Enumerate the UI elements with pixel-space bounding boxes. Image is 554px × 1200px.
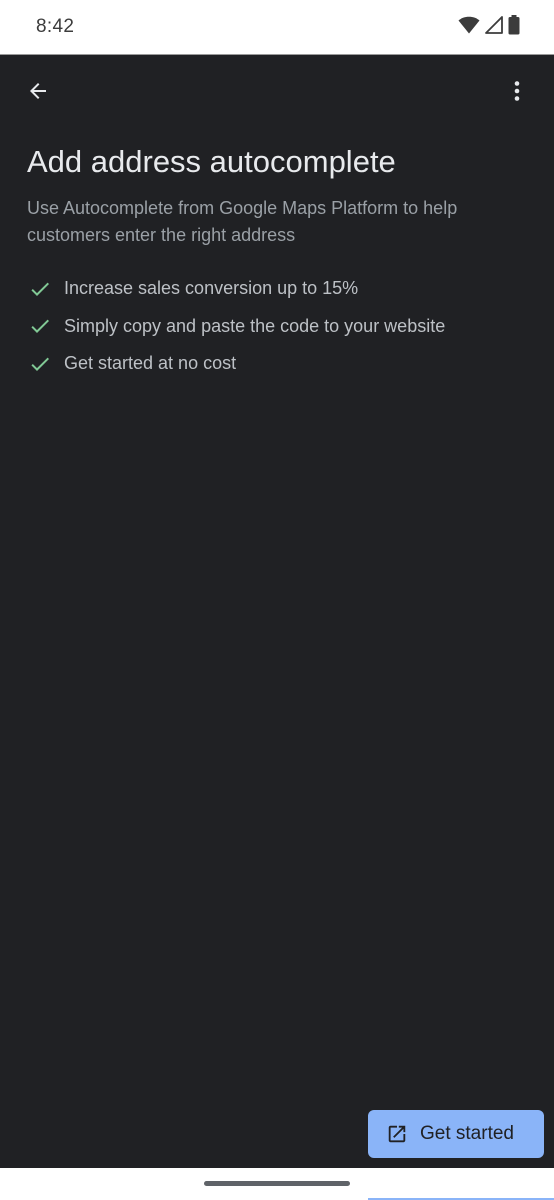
home-gesture-handle[interactable] <box>204 1181 350 1186</box>
get-started-label: Get started <box>420 1123 514 1144</box>
check-icon <box>28 352 54 376</box>
open-in-new-icon <box>386 1123 408 1145</box>
feature-text: Get started at no cost <box>64 353 237 374</box>
feature-item: Simply copy and paste the code to your w… <box>28 308 445 346</box>
status-time: 8:42 <box>36 16 75 37</box>
feature-list: Increase sales conversion up to 15% Simp… <box>28 270 445 383</box>
status-bar: 8:42 <box>0 0 554 55</box>
more-options-button[interactable] <box>493 69 541 117</box>
system-nav-bar <box>0 1168 554 1200</box>
cell-signal-icon <box>485 15 503 39</box>
battery-icon <box>508 14 520 40</box>
get-started-button[interactable]: Get started <box>368 1110 544 1158</box>
page-title: Add address autocomplete <box>27 144 396 179</box>
page-subtitle: Use Autocomplete from Google Maps Platfo… <box>27 198 458 245</box>
feature-text: Increase sales conversion up to 15% <box>64 278 359 299</box>
status-icons <box>458 14 520 40</box>
check-icon <box>28 314 54 338</box>
app-screen: Add address autocomplete Use Autocomplet… <box>0 55 554 1168</box>
back-button[interactable] <box>14 69 62 117</box>
arrow-back-icon <box>26 79 50 108</box>
more-vert-icon <box>505 79 529 108</box>
feature-text: Simply copy and paste the code to your w… <box>64 315 446 336</box>
wifi-icon <box>458 16 480 39</box>
feature-item: Get started at no cost <box>28 345 445 383</box>
feature-item: Increase sales conversion up to 15% <box>28 270 445 308</box>
check-icon <box>28 277 54 301</box>
